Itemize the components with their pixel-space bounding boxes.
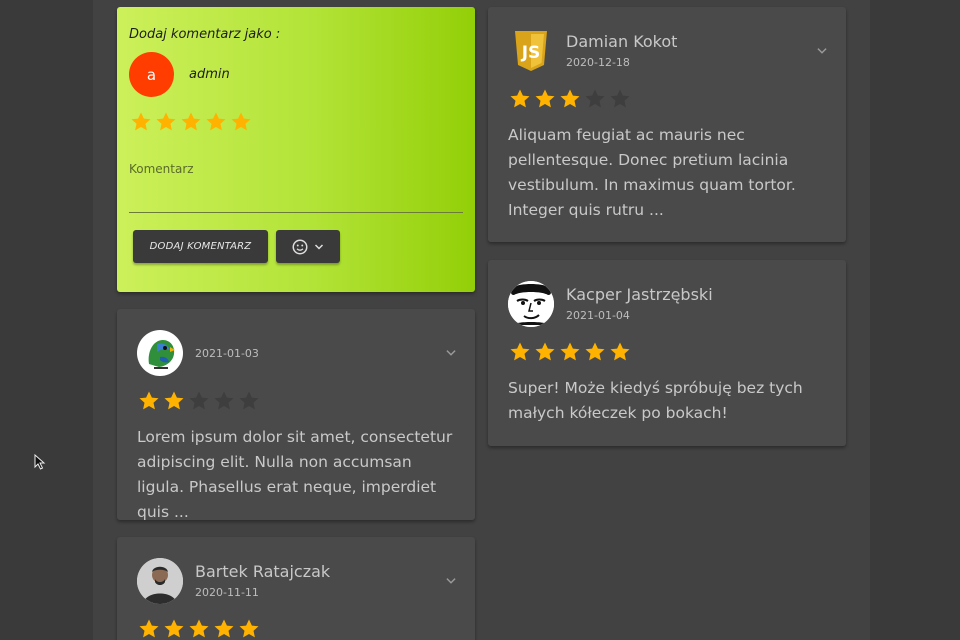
star-filled-icon[interactable] (179, 110, 203, 134)
review-rating (137, 389, 261, 413)
review-author: Kacper Jastrzębski (566, 285, 713, 304)
star-filled-icon (237, 617, 261, 640)
expand-chevron-icon[interactable] (444, 346, 458, 360)
star-filled-icon (533, 340, 557, 364)
star-filled-icon (162, 617, 186, 640)
svg-text:JS: JS (521, 43, 541, 63)
star-filled-icon[interactable] (129, 110, 153, 134)
chevron-down-icon (314, 243, 324, 250)
star-filled-icon (137, 389, 161, 413)
add-comment-card: Dodaj komentarz jako : a admin Komentarz… (117, 7, 475, 292)
star-filled-icon (533, 87, 557, 111)
review-text: Lorem ipsum dolor sit amet, consectetur … (137, 428, 453, 521)
emoji-picker-button[interactable] (276, 230, 340, 263)
star-filled-icon[interactable] (204, 110, 228, 134)
review-date: 2020-12-18 (566, 56, 630, 69)
star-filled-icon[interactable] (154, 110, 178, 134)
review-date: 2021-01-04 (566, 309, 630, 322)
expand-chevron-icon[interactable] (815, 44, 829, 58)
review-rating (508, 87, 632, 111)
star-filled-icon[interactable] (229, 110, 253, 134)
comment-input-underline (129, 212, 463, 213)
star-filled-icon (583, 340, 607, 364)
add-comment-title: Dodaj komentarz jako : (129, 27, 281, 42)
star-empty-icon (608, 87, 632, 111)
review-date: 2021-01-03 (195, 347, 259, 360)
star-filled-icon (508, 340, 532, 364)
comment-input[interactable]: Komentarz (129, 162, 194, 176)
current-user-name: admin (189, 67, 230, 82)
review-text: Aliquam feugiat ac mauris nec pellentesq… (508, 126, 796, 219)
star-empty-icon (583, 87, 607, 111)
review-text: Super! Może kiedyś spróbuję bez tych mał… (508, 379, 803, 422)
star-filled-icon (558, 87, 582, 111)
star-empty-icon (237, 389, 261, 413)
star-filled-icon (508, 87, 532, 111)
smiley-icon (292, 239, 308, 254)
review-author: Damian Kokot (566, 32, 678, 51)
star-empty-icon (187, 389, 211, 413)
rating-input[interactable] (129, 110, 253, 134)
review-author: Bartek Ratajczak (195, 562, 331, 581)
review-card: Kacper Jastrzębski 2021-01-04 Super! Moż… (488, 260, 846, 446)
expand-chevron-icon[interactable] (444, 574, 458, 588)
review-rating (137, 617, 261, 640)
star-filled-icon (558, 340, 582, 364)
star-filled-icon (187, 617, 211, 640)
face-avatar (508, 281, 554, 327)
add-comment-button[interactable]: DODAJ KOMENTARZ (133, 230, 268, 263)
star-filled-icon (137, 617, 161, 640)
js-logo-avatar: JS (508, 28, 554, 74)
review-card: Bartek Ratajczak 2020-11-11 (117, 537, 475, 640)
review-card: JS Damian Kokot 2020-12-18 Aliquam feugi… (488, 7, 846, 242)
review-card: 2021-01-03 Lorem ipsum dolor sit amet, c… (117, 309, 475, 521)
star-empty-icon (212, 389, 236, 413)
star-filled-icon (212, 617, 236, 640)
mouse-cursor-icon (34, 454, 46, 470)
review-rating (508, 340, 632, 364)
star-filled-icon (608, 340, 632, 364)
star-filled-icon (162, 389, 186, 413)
current-user-avatar: a (129, 52, 174, 97)
person-avatar (137, 558, 183, 604)
parrot-avatar (137, 330, 183, 376)
review-date: 2020-11-11 (195, 586, 259, 599)
